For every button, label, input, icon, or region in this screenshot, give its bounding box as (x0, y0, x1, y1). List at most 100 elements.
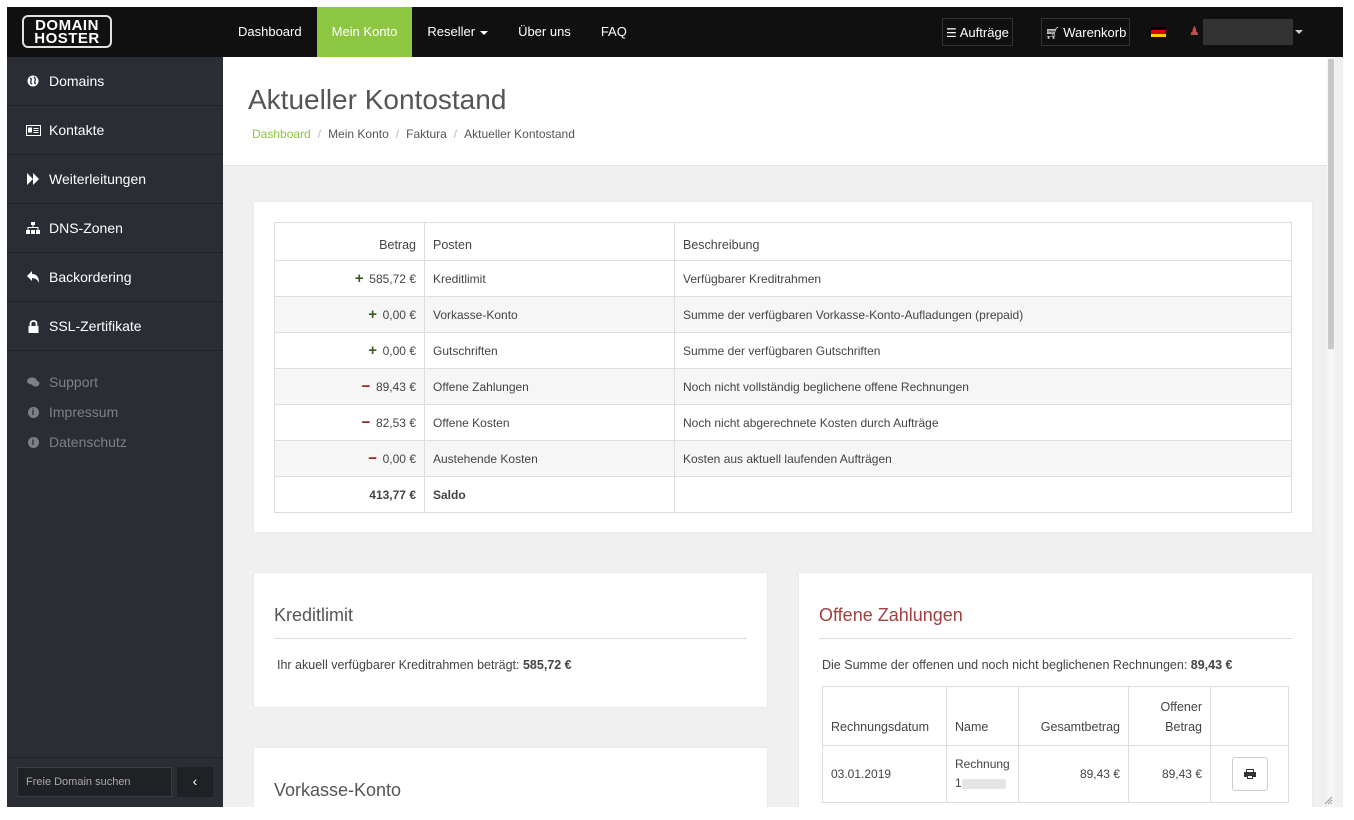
top-navbar: DOMAIN HOSTER Dashboard Mein Konto Resel… (7, 7, 1343, 57)
user-menu[interactable] (1203, 19, 1293, 45)
nav-mein-konto[interactable]: Mein Konto (316, 7, 413, 57)
amount-cell: +0,00 € (274, 332, 425, 369)
resize-grip-icon[interactable] (1323, 795, 1333, 805)
credit-limit-label: Ihr akuell verfügbarer Kreditrahmen betr… (277, 658, 523, 672)
amount-cell: −0,00 € (274, 440, 425, 477)
breadcrumb-separator: / (395, 127, 400, 141)
address-card-icon (25, 122, 41, 138)
invoice-actions (1210, 745, 1289, 803)
german-flag-icon[interactable] (1151, 27, 1166, 37)
amount-value: 82,53 € (375, 416, 416, 430)
invoice-date: 03.01.2019 (822, 745, 947, 803)
nav-faq-label: FAQ (600, 24, 627, 39)
nav-ueber-uns-label: Über uns (518, 24, 571, 39)
nav-reseller[interactable]: Reseller (412, 7, 503, 57)
invoice-total: 89,43 € (1018, 745, 1129, 803)
amount-cell: +585,72 € (274, 260, 425, 297)
col-offener-betrag: Offener Betrag (1128, 686, 1211, 746)
app-window: DOMAIN HOSTER Dashboard Mein Konto Resel… (7, 7, 1343, 807)
sidebar-item-label: Datenschutz (49, 434, 127, 450)
divider (819, 638, 1292, 639)
nav-faq[interactable]: FAQ (586, 7, 642, 57)
chevron-left-icon: ‹ (192, 773, 198, 789)
item-cell: Offene Kosten (424, 404, 675, 441)
breadcrumb-dashboard[interactable]: Dashboard (252, 127, 311, 141)
sidebar-item-label: Weiterleitungen (49, 171, 147, 187)
forward-icon (25, 171, 41, 187)
breadcrumb-faktura[interactable]: Faktura (406, 127, 447, 141)
info-icon: i (25, 434, 41, 450)
breadcrumb-current: Aktueller Kontostand (464, 127, 575, 141)
sidebar-item-support[interactable]: Support (7, 367, 223, 397)
logo-line-2: HOSTER (34, 30, 100, 47)
table-header-row: Betrag Posten Beschreibung (274, 222, 1292, 261)
empty-cell (674, 476, 1292, 513)
breadcrumb-mein-konto[interactable]: Mein Konto (328, 127, 389, 141)
table-row: +585,72 € Kreditlimit Verfügbarer Kredit… (274, 260, 1292, 297)
plus-icon: + (368, 342, 377, 359)
credit-limit-card: Kreditlimit Ihr akuell verfügbarer Kredi… (254, 573, 767, 707)
caret-down-icon (480, 30, 489, 35)
open-payments-value: 89,43 € (1190, 658, 1233, 672)
desc-cell: Kosten aus aktuell laufenden Aufträgen (674, 440, 1292, 477)
credit-limit-title: Kreditlimit (274, 605, 354, 625)
breadcrumb: Dashboard / Mein Konto / Faktura / Aktueller K… (252, 127, 575, 141)
sidebar-item-kontakte[interactable]: Kontakte (7, 106, 223, 155)
sidebar-item-label: Backordering (49, 269, 132, 285)
domain-search-input[interactable]: Freie Domain suchen (17, 767, 172, 797)
sidebar-collapse-button[interactable]: ‹ (177, 767, 213, 797)
balance-card: Betrag Posten Beschreibung +585,72 € Kre… (254, 202, 1312, 532)
open-payments-title: Offene Zahlungen (819, 605, 963, 625)
item-cell: Offene Zahlungen (424, 368, 675, 405)
invoice-name: Rechnung 1 (946, 745, 1019, 803)
scrollbar-thumb[interactable] (1328, 59, 1334, 349)
amount-cell: −82,53 € (274, 404, 425, 441)
info-icon: i (25, 404, 41, 420)
invoice-number: 1 (955, 776, 962, 790)
desc-cell: Summe der verfügbaren Gutschriften (674, 332, 1292, 369)
page-title: Aktueller Kontostand (248, 84, 507, 115)
domainhoster-logo[interactable]: DOMAIN HOSTER (22, 15, 112, 48)
comments-icon (25, 374, 41, 390)
sidebar-item-label: DNS-Zonen (49, 220, 123, 236)
sidebar-item-ssl-zertifikate[interactable]: SSL-Zertifikate (7, 302, 223, 351)
sidebar-item-domains[interactable]: Domains (7, 57, 223, 106)
minus-icon: − (361, 414, 371, 431)
sidebar-item-label: Domains (49, 73, 105, 89)
nav-dashboard[interactable]: Dashboard (223, 7, 317, 57)
item-cell: Vorkasse-Konto (424, 296, 675, 333)
nav-mein-konto-label: Mein Konto (331, 24, 398, 39)
cart-button[interactable]: 🛒︎ Warenkorb (1041, 18, 1131, 46)
table-row: −89,43 € Offene Zahlungen Noch nicht vol… (274, 368, 1292, 405)
sidebar: Domains Kontakte Weiterleitungen DNS-Zon… (7, 57, 223, 807)
breadcrumb-separator: / (453, 127, 458, 141)
sidebar-item-dns-zonen[interactable]: DNS-Zonen (7, 204, 223, 253)
orders-button[interactable]: ☰ Aufträge (942, 18, 1013, 46)
table-row: +0,00 € Vorkasse-Konto Summe der verfügb… (274, 296, 1292, 333)
divider (274, 638, 747, 639)
scrollbar[interactable] (1327, 57, 1335, 807)
sidebar-item-weiterleitungen[interactable]: Weiterleitungen (7, 155, 223, 204)
sidebar-footer: Freie Domain suchen ‹ (7, 757, 223, 807)
col-betrag: Betrag (274, 222, 425, 261)
sidebar-item-datenschutz[interactable]: i Datenschutz (7, 427, 223, 457)
sidebar-item-label: SSL-Zertifikate (49, 318, 142, 334)
sidebar-item-impressum[interactable]: i Impressum (7, 397, 223, 427)
sidebar-item-label: Support (49, 374, 99, 390)
user-caret-down-icon (1295, 30, 1303, 34)
credit-limit-text: Ihr akuell verfügbarer Kreditrahmen betr… (277, 658, 572, 672)
sidebar-item-backordering[interactable]: Backordering (7, 253, 223, 302)
print-button[interactable] (1231, 757, 1268, 791)
main-content: Aktueller Kontostand Dashboard / Mein Kont… (223, 57, 1335, 807)
invoice-open: 89,43 € (1128, 745, 1211, 803)
cart-label: Warenkorb (1063, 25, 1127, 40)
nav-dashboard-label: Dashboard (238, 24, 302, 39)
open-payments-text: Die Summe der offenen und noch nicht beg… (822, 658, 1233, 672)
col-posten: Posten (424, 222, 675, 261)
breadcrumb-separator: / (317, 127, 322, 141)
sitemap-icon (25, 220, 41, 236)
prepaid-card: Vorkasse-Konto (254, 748, 767, 807)
desc-cell: Noch nicht abgerechnete Kosten durch Auf… (674, 404, 1292, 441)
table-header-row: Rechnungsdatum Name Gesamtbetrag Offener… (822, 686, 1289, 746)
nav-ueber-uns[interactable]: Über uns (503, 7, 586, 57)
